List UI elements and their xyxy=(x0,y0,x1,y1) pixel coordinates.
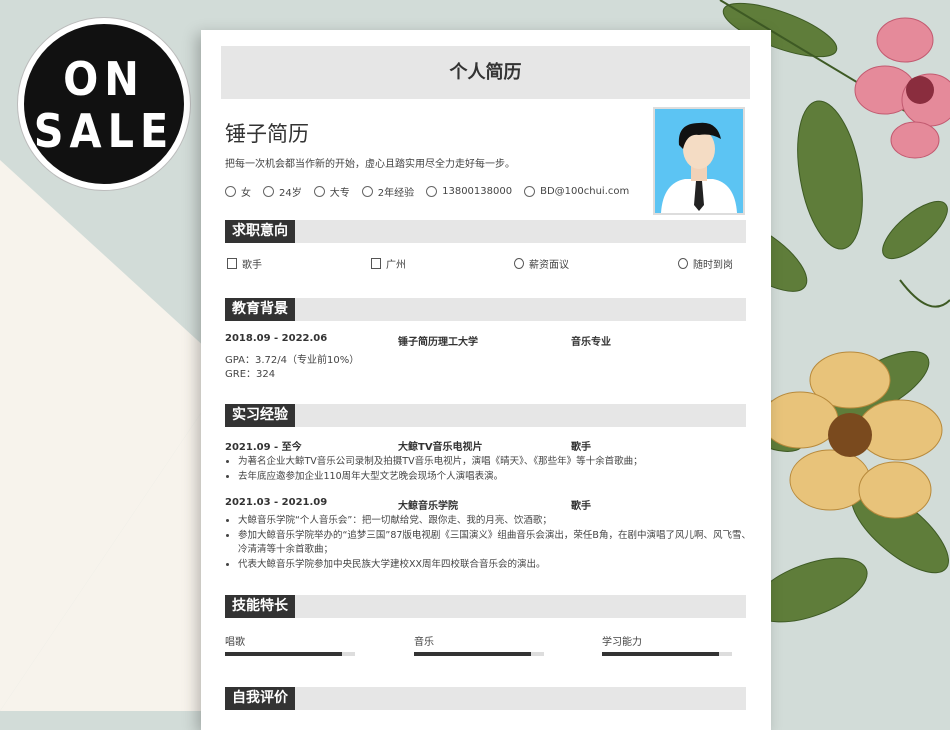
list-item: 为著名企业大鲸TV音乐公司录制及拍摄TV音乐电视片，演唱《晴天》、《那些年》等十… xyxy=(238,455,759,470)
education-gpa: GPA：3.72/4（专业前10%） xyxy=(225,355,360,366)
intent-city-text: 广州 xyxy=(386,260,406,271)
list-item: 去年底应邀参加企业110周年大型文艺晚会现场个人演唱表演。 xyxy=(238,470,759,485)
intent-availability: 随时到岗 xyxy=(678,256,733,271)
avatar-illustration xyxy=(655,109,743,213)
degree-icon xyxy=(313,186,325,197)
resume-page: 个人简历 锤子简历 把每一次机会都当作新的开始，虚心且踏实用尽全力走好每一步。 … xyxy=(201,30,771,730)
experience-icon xyxy=(361,186,373,197)
job-2-bullets: 大鲸音乐学院“个人音乐会”：把一切献给党、跟你走、我的月亮、饮酒歌； 参加大鲸音… xyxy=(225,514,759,572)
intent-job-text: 歌手 xyxy=(242,260,262,271)
section-header-skills: 技能特长 xyxy=(225,595,746,618)
skill-name: 学习能力 xyxy=(602,637,642,648)
clock-icon xyxy=(678,258,688,269)
resume-title: 个人简历 xyxy=(221,46,750,99)
intent-salary: 薪资面议 xyxy=(514,256,569,271)
list-item: 代表大鲸音乐学院参加中央民族大学建校XX周年四校联合音乐会的演出。 xyxy=(238,558,759,573)
job-2-role: 歌手 xyxy=(571,501,591,512)
job-2-company: 大鲸音乐学院 xyxy=(398,501,458,512)
info-email: BD@100chui.com xyxy=(540,186,630,197)
gender-icon xyxy=(225,186,236,197)
skill-name: 唱歌 xyxy=(225,637,245,648)
info-experience: 2年经验 xyxy=(377,188,415,199)
info-phone: 13800138000 xyxy=(442,186,513,197)
job-1-company: 大鲸TV音乐电视片 xyxy=(398,442,483,453)
job-1-role: 歌手 xyxy=(571,442,591,453)
info-age: 24岁 xyxy=(279,188,302,199)
section-title-intent: 求职意向 xyxy=(225,220,295,243)
on-sale-badge: ON SALE xyxy=(18,18,190,190)
section-title-skills: 技能特长 xyxy=(225,595,295,618)
candidate-motto: 把每一次机会都当作新的开始，虚心且踏实用尽全力走好每一步。 xyxy=(225,159,515,170)
skill-learning: 学习能力 xyxy=(602,633,732,656)
job-1-bullets: 为著名企业大鲸TV音乐公司录制及拍摄TV音乐电视片，演唱《晴天》、《那些年》等十… xyxy=(225,455,759,484)
section-header-education: 教育背景 xyxy=(225,298,746,321)
skill-bar-fill xyxy=(414,652,531,656)
city-icon xyxy=(371,258,381,269)
badge-line-1: ON xyxy=(63,52,145,106)
job-2-period: 2021.03 - 2021.09 xyxy=(225,497,328,508)
skill-name: 音乐 xyxy=(414,637,434,648)
salary-icon xyxy=(514,258,524,269)
skill-bar xyxy=(414,652,544,656)
candidate-name: 锤子简历 xyxy=(225,122,309,146)
job-icon xyxy=(227,258,237,269)
skill-music: 音乐 xyxy=(414,633,544,656)
skill-bar xyxy=(602,652,732,656)
skill-bar xyxy=(225,652,355,656)
education-gre: GRE：324 xyxy=(225,369,276,380)
profile-photo xyxy=(653,107,745,215)
section-title-self: 自我评价 xyxy=(225,687,295,710)
section-header-internship: 实习经验 xyxy=(225,404,746,427)
list-item: 参加大鲸音乐学院举办的“追梦三国”87版电视剧《三国演义》组曲音乐会演出，荣任B… xyxy=(238,529,759,558)
intent-job: 歌手 xyxy=(227,256,262,271)
section-title-internship: 实习经验 xyxy=(225,404,295,427)
section-header-intent: 求职意向 xyxy=(225,220,746,243)
section-title-education: 教育背景 xyxy=(225,298,295,321)
job-1-period: 2021.09 - 至今 xyxy=(225,442,302,453)
badge-line-2: SALE xyxy=(33,104,175,158)
skill-bar-fill xyxy=(602,652,719,656)
education-period: 2018.09 - 2022.06 xyxy=(225,333,328,344)
education-major: 音乐专业 xyxy=(571,337,611,348)
personal-info-row: 女 24岁 大专 2年经验 13800138000 BD@100chui.com xyxy=(225,184,641,199)
skill-bar-fill xyxy=(225,652,342,656)
intent-availability-text: 随时到岗 xyxy=(693,260,733,271)
phone-icon xyxy=(426,186,438,197)
list-item: 大鲸音乐学院“个人音乐会”：把一切献给党、跟你走、我的月亮、饮酒歌； xyxy=(238,514,759,529)
age-icon xyxy=(263,186,274,197)
intent-city: 广州 xyxy=(371,256,406,271)
education-school: 锤子简历理工大学 xyxy=(398,337,478,348)
skill-singing: 唱歌 xyxy=(225,633,355,656)
email-icon xyxy=(524,186,536,197)
info-degree: 大专 xyxy=(329,188,350,199)
section-header-self: 自我评价 xyxy=(225,687,746,710)
info-gender: 女 xyxy=(241,188,251,199)
intent-salary-text: 薪资面议 xyxy=(529,260,569,271)
